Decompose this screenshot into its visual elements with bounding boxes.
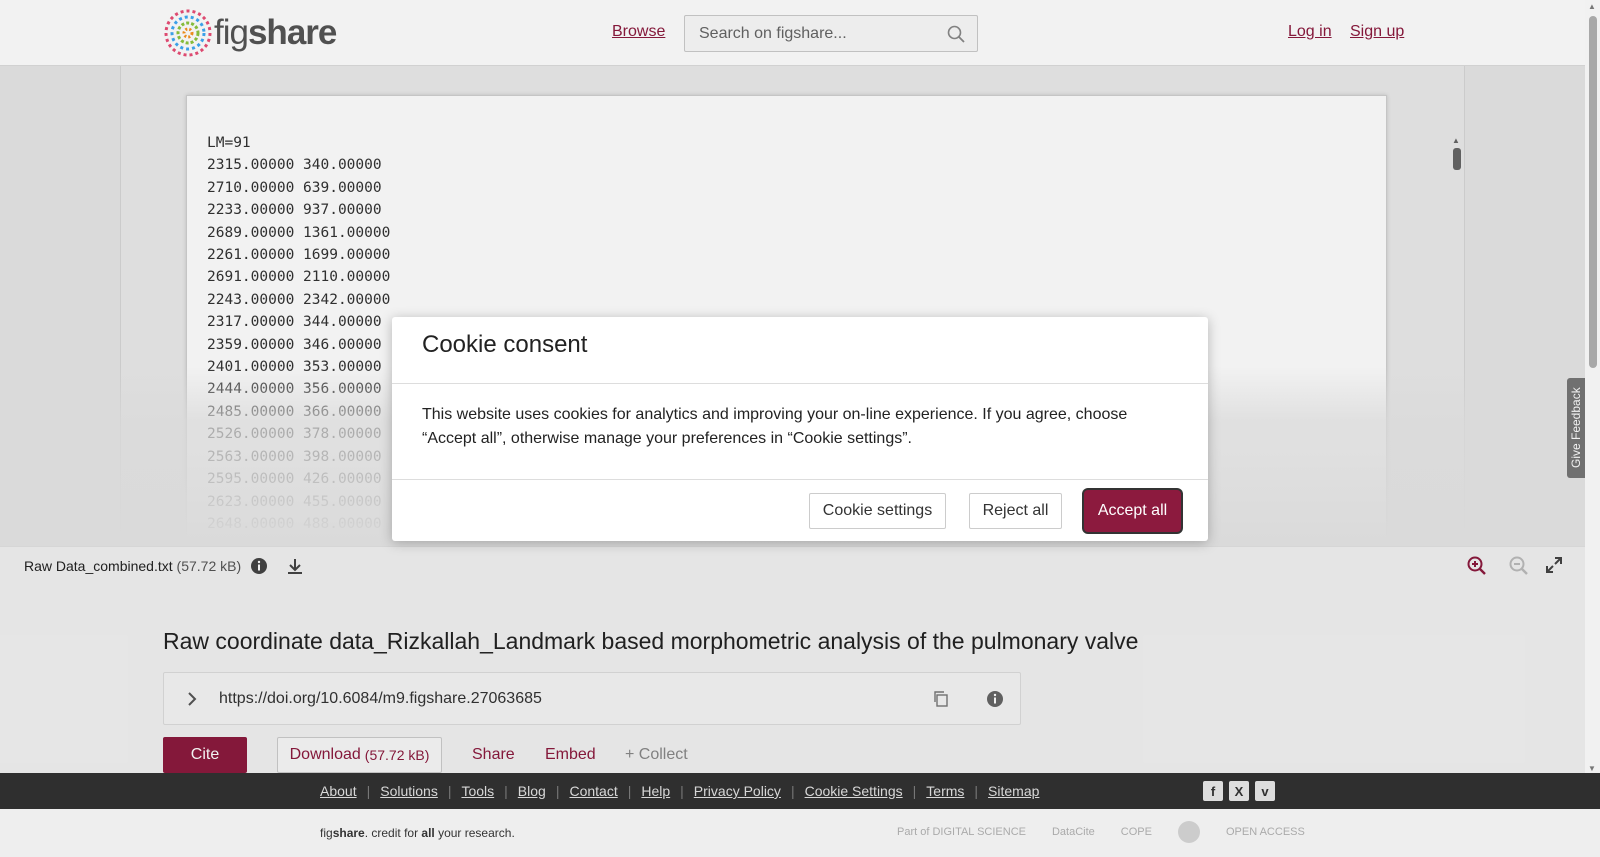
footer-link-privacy-policy[interactable]: Privacy Policy	[694, 783, 781, 799]
footer-separator: |	[790, 783, 795, 799]
item-title: Raw coordinate data_Rizkallah_Landmark b…	[163, 628, 1139, 654]
file-name: Raw Data_combined.txt (57.72 kB)	[24, 558, 242, 574]
browse-link[interactable]: Browse	[612, 23, 665, 41]
page-scrollbar-thumb[interactable]	[1589, 16, 1597, 368]
cookie-dialog-title: Cookie consent	[422, 331, 588, 358]
digital-science-logo[interactable]: Part of DIGITAL SCIENCE	[897, 826, 1026, 838]
logo-text: figshare	[214, 13, 337, 52]
file-size: (57.72 kB)	[176, 558, 242, 574]
document-line: 2315.00000 340.00000	[207, 157, 382, 174]
footer-separator: |	[504, 783, 508, 799]
cookie-dialog-body: This website uses cookies for analytics …	[422, 406, 1128, 447]
footer-link-cookie-settings[interactable]: Cookie Settings	[805, 783, 903, 799]
zoom-in-icon[interactable]	[1467, 556, 1487, 576]
embed-button[interactable]: Embed	[545, 746, 596, 764]
footer-link-sitemap[interactable]: Sitemap	[988, 783, 1039, 799]
footer-separator: |	[974, 783, 979, 799]
footer-link-contact[interactable]: Contact	[569, 783, 617, 799]
login-link[interactable]: Log in	[1288, 23, 1332, 41]
footer-link-terms[interactable]: Terms	[926, 783, 964, 799]
footer-separator: |	[555, 783, 560, 799]
collect-button[interactable]: + Collect	[625, 746, 688, 764]
footer-separator: |	[366, 783, 371, 799]
cookie-settings-button[interactable]: Cookie settings	[809, 493, 946, 529]
scroll-up-arrow-icon[interactable]: ▲	[1588, 2, 1596, 11]
signup-link[interactable]: Sign up	[1350, 23, 1404, 41]
open-access-logo[interactable]: OPEN ACCESS	[1226, 826, 1305, 838]
fullscreen-icon[interactable]	[1545, 556, 1563, 574]
footer-tagline: figshare. credit for all your research.	[320, 826, 515, 840]
search-input[interactable]: Search on figshare...	[684, 15, 978, 52]
document-line: 2691.00000 2110.00000	[207, 269, 391, 286]
page-scrollbar[interactable]: ▲ ▼	[1585, 0, 1600, 773]
cope-logo[interactable]: COPE	[1121, 826, 1152, 838]
doi-url[interactable]: https://doi.org/10.6084/m9.figshare.2706…	[219, 690, 542, 708]
footer-links: About | Solutions | Tools | Blog | Contact | Help |…	[320, 783, 1039, 799]
footer-link-help[interactable]: Help	[641, 783, 670, 799]
figshare-logo-icon	[164, 9, 212, 57]
document-line: 2243.00000 2342.00000	[207, 291, 391, 308]
cookie-consent-dialog: Cookie consent This website uses cookies…	[392, 317, 1208, 541]
divider	[392, 383, 1208, 384]
doi-info-icon[interactable]	[986, 690, 1004, 708]
partner-logos: Part of DIGITAL SCIENCE DataCite COPE OP…	[897, 821, 1305, 843]
x-twitter-icon[interactable]: X	[1229, 781, 1249, 801]
document-line: LM=91	[207, 135, 251, 151]
zoom-out-icon[interactable]	[1509, 556, 1529, 576]
reject-all-button[interactable]: Reject all	[969, 493, 1062, 529]
download-button[interactable]: Download (57.72 kB)	[277, 737, 442, 773]
social-links: f X v	[1203, 781, 1275, 801]
datacite-logo[interactable]: DataCite	[1052, 826, 1095, 838]
document-line: 2261.00000 1699.00000	[207, 247, 391, 264]
search-placeholder: Search on figshare...	[699, 24, 847, 42]
footer-link-solutions[interactable]: Solutions	[380, 783, 438, 799]
footer-bottom: figshare. credit for all your research. …	[0, 809, 1600, 857]
figshare-logo[interactable]: figshare	[162, 8, 337, 58]
file-info-icon[interactable]	[250, 557, 268, 575]
document-line: 2233.00000 937.00000	[207, 202, 382, 219]
footer-separator: |	[447, 783, 452, 799]
file-bar: Raw Data_combined.txt (57.72 kB)	[0, 546, 1585, 584]
search-icon[interactable]	[947, 25, 965, 43]
footer-nav: About | Solutions | Tools | Blog | Contact | Help |…	[0, 773, 1600, 809]
footer-separator: |	[912, 783, 917, 799]
facebook-icon[interactable]: f	[1203, 781, 1223, 801]
give-feedback-tab[interactable]: Give Feedback	[1567, 378, 1585, 478]
document-line: 2689.00000 1361.00000	[207, 224, 391, 241]
accept-all-button[interactable]: Accept all	[1084, 490, 1181, 532]
footer-separator: |	[680, 783, 684, 799]
footer-link-about[interactable]: About	[320, 783, 357, 799]
share-button[interactable]: Share	[472, 746, 515, 764]
chevron-right-icon[interactable]	[184, 690, 200, 708]
doc-scroll-up-icon[interactable]: ▲	[1452, 136, 1460, 145]
divider	[392, 479, 1208, 480]
vimeo-icon[interactable]: v	[1255, 781, 1275, 801]
copy-icon[interactable]	[932, 690, 950, 708]
footer-link-tools[interactable]: Tools	[461, 783, 494, 799]
scroll-down-arrow-icon[interactable]: ▼	[1588, 764, 1596, 773]
footer-link-blog[interactable]: Blog	[518, 783, 546, 799]
site-header: figshare Browse Search on figshare... Lo…	[0, 0, 1585, 66]
seal-logo-icon[interactable]	[1177, 821, 1200, 843]
document-scrollbar-thumb[interactable]	[1453, 148, 1461, 170]
doi-box: https://doi.org/10.6084/m9.figshare.2706…	[163, 672, 1021, 725]
document-line: 2710.00000 639.00000	[207, 179, 382, 196]
document-scrollbar[interactable]: ▲	[1452, 136, 1462, 606]
footer-separator: |	[627, 783, 632, 799]
download-icon[interactable]	[285, 556, 305, 576]
cite-button[interactable]: Cite	[163, 737, 247, 773]
